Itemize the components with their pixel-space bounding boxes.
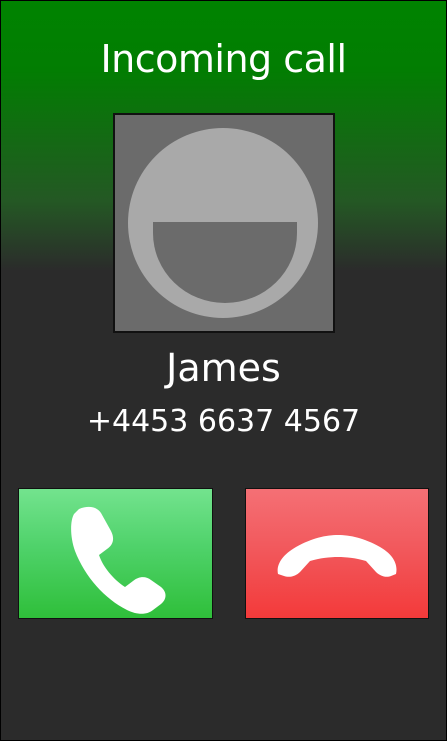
phone-hangup-icon: [277, 535, 397, 577]
caller-number: +4453 6637 4567: [86, 404, 361, 439]
decline-call-button[interactable]: [245, 488, 429, 619]
answer-call-button[interactable]: [18, 488, 213, 619]
phone-answer-icon: [71, 506, 166, 614]
incoming-call-screen: Incoming call James +4453 6637 4567: [0, 0, 447, 741]
caller-name: James: [166, 346, 281, 390]
caller-avatar: [113, 113, 335, 333]
screen-title: Incoming call: [100, 37, 347, 81]
smiley-avatar-icon: [128, 128, 318, 318]
